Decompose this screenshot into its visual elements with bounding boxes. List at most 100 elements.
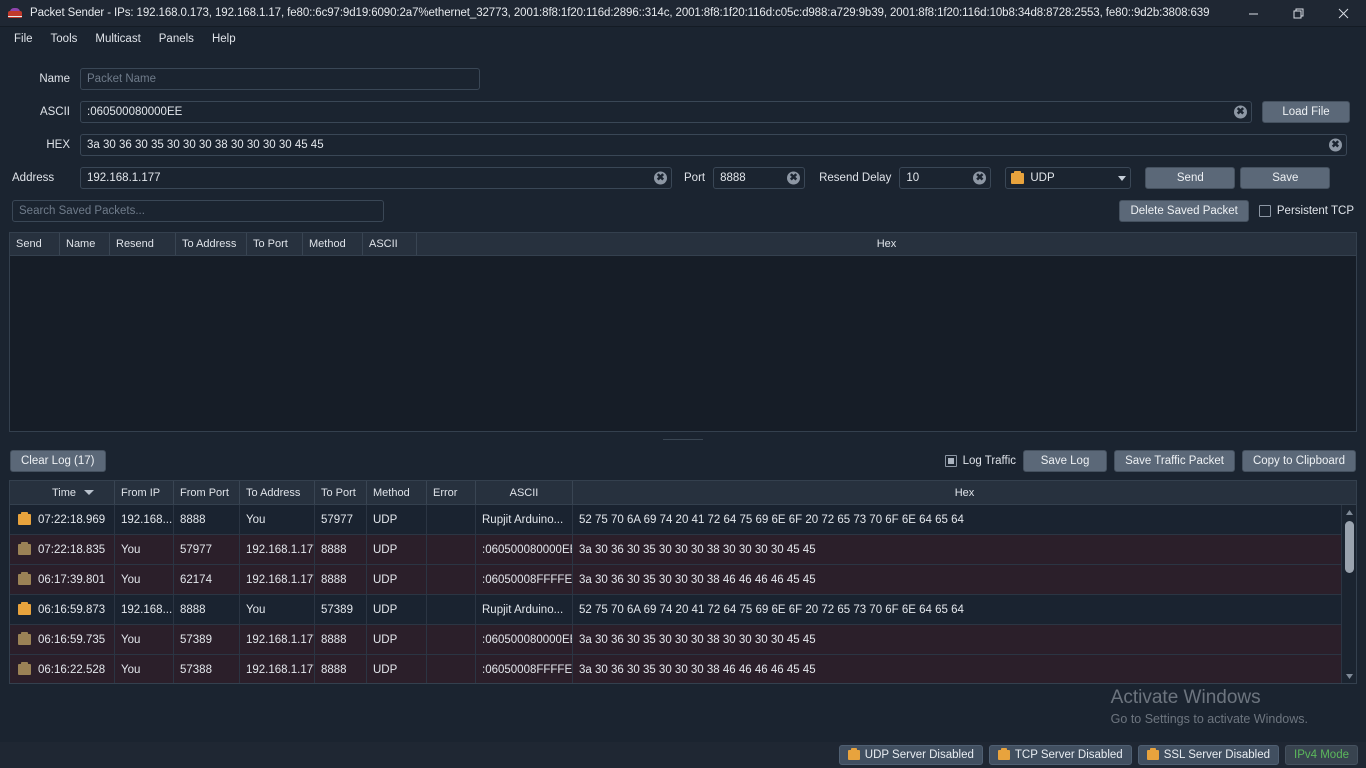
cell-time: 06:16:59.735 xyxy=(32,625,115,655)
ip-mode-button[interactable]: IPv4 Mode xyxy=(1285,745,1358,765)
cell-from-port: 57388 xyxy=(174,655,240,685)
log-traffic-checkbox[interactable]: Log Traffic xyxy=(945,455,1017,467)
cell-from-port: 8888 xyxy=(174,595,240,625)
menu-multicast[interactable]: Multicast xyxy=(87,29,148,49)
main-content: Name ASCII ✖ Load File HEX ✖ Address xyxy=(0,50,1366,768)
log-col-error[interactable]: Error xyxy=(427,481,476,504)
incoming-packet-icon xyxy=(18,514,31,525)
table-row[interactable]: 06:16:22.528You57388192.168.1.1778888UDP… xyxy=(10,655,1356,684)
row-direction-cell xyxy=(10,595,32,625)
name-label: Name xyxy=(12,73,70,85)
scroll-down-icon[interactable] xyxy=(1342,669,1356,683)
search-saved-packets-input[interactable] xyxy=(12,200,384,222)
saved-col-send[interactable]: Send xyxy=(10,233,60,255)
cell-to-address: 192.168.1.177 xyxy=(240,625,315,655)
save-button[interactable]: Save xyxy=(1240,167,1330,189)
log-col-ascii[interactable]: ASCII xyxy=(476,481,573,504)
clear-hex-icon[interactable]: ✖ xyxy=(1329,139,1342,152)
cell-from-port: 8888 xyxy=(174,505,240,535)
hex-input[interactable] xyxy=(80,134,1347,156)
name-row: Name xyxy=(12,68,1354,90)
saved-col-ascii[interactable]: ASCII xyxy=(363,233,417,255)
tcp-server-label: TCP Server Disabled xyxy=(1015,749,1123,761)
tcp-server-status-button[interactable]: TCP Server Disabled xyxy=(989,745,1132,765)
saved-col-resend[interactable]: Resend xyxy=(110,233,176,255)
saved-col-method[interactable]: Method xyxy=(303,233,363,255)
scrollbar-thumb[interactable] xyxy=(1345,521,1354,573)
log-col-from-ip[interactable]: From IP xyxy=(115,481,174,504)
cell-ascii: :060500080000EE xyxy=(476,535,573,565)
checkbox-icon[interactable] xyxy=(1259,205,1271,217)
cell-to-address: 192.168.1.177 xyxy=(240,655,315,685)
name-input[interactable] xyxy=(80,68,480,90)
status-bar: UDP Server Disabled TCP Server Disabled … xyxy=(0,742,1366,768)
load-file-button[interactable]: Load File xyxy=(1262,101,1350,123)
cell-error xyxy=(427,655,476,685)
copy-to-clipboard-button[interactable]: Copy to Clipboard xyxy=(1242,450,1356,472)
cell-time: 06:16:22.528 xyxy=(32,655,115,685)
cell-error xyxy=(427,565,476,595)
menu-help[interactable]: Help xyxy=(204,29,244,49)
log-col-to-port[interactable]: To Port xyxy=(315,481,367,504)
menu-file[interactable]: File xyxy=(6,29,41,49)
saved-col-to-address[interactable]: To Address xyxy=(176,233,247,255)
title-bar: Packet Sender - IPs: 192.168.0.173, 192.… xyxy=(0,0,1366,27)
menu-tools[interactable]: Tools xyxy=(43,29,86,49)
panel-splitter[interactable] xyxy=(9,436,1357,442)
address-label: Address xyxy=(12,172,74,184)
port-input-wrap: ✖ xyxy=(713,167,805,189)
log-col-to-address[interactable]: To Address xyxy=(240,481,315,504)
table-row[interactable]: 06:16:59.873192.168....8888You57389UDPRu… xyxy=(10,595,1356,625)
maximize-icon[interactable] xyxy=(1276,0,1321,27)
clear-resend-icon[interactable]: ✖ xyxy=(973,172,986,185)
table-row[interactable]: 06:17:39.801You62174192.168.1.1778888UDP… xyxy=(10,565,1356,595)
save-traffic-packet-button[interactable]: Save Traffic Packet xyxy=(1114,450,1235,472)
table-row[interactable]: 07:22:18.835You57977192.168.1.1778888UDP… xyxy=(10,535,1356,565)
address-input[interactable] xyxy=(80,167,672,189)
scrollbar-track[interactable] xyxy=(1342,519,1356,669)
delete-saved-packet-button[interactable]: Delete Saved Packet xyxy=(1119,200,1248,222)
persistent-tcp-checkbox[interactable]: Persistent TCP xyxy=(1259,205,1354,217)
log-col-method[interactable]: Method xyxy=(367,481,427,504)
save-log-button[interactable]: Save Log xyxy=(1023,450,1107,472)
send-button[interactable]: Send xyxy=(1145,167,1235,189)
ascii-input[interactable] xyxy=(80,101,1252,123)
clear-ascii-icon[interactable]: ✖ xyxy=(1234,106,1247,119)
cell-hex: 3a 30 36 30 35 30 30 30 38 46 46 46 46 4… xyxy=(573,565,1356,595)
log-col-from-port[interactable]: From Port xyxy=(174,481,240,504)
cell-ascii: :060500080000EE xyxy=(476,625,573,655)
cell-error xyxy=(427,595,476,625)
chevron-down-icon[interactable] xyxy=(1114,168,1130,188)
checkbox-icon[interactable] xyxy=(945,455,957,467)
minimize-icon[interactable] xyxy=(1231,0,1276,27)
saved-col-hex[interactable]: Hex xyxy=(417,233,1356,255)
udp-server-status-button[interactable]: UDP Server Disabled xyxy=(839,745,983,765)
traffic-log-table[interactable]: Time From IP From Port To Address To Por… xyxy=(9,480,1357,684)
cell-to-address: 192.168.1.177 xyxy=(240,535,315,565)
protocol-select[interactable]: UDP xyxy=(1005,167,1131,189)
log-col-time[interactable]: Time xyxy=(32,481,115,504)
menu-panels[interactable]: Panels xyxy=(151,29,202,49)
clear-log-button[interactable]: Clear Log (17) xyxy=(10,450,106,472)
clear-port-icon[interactable]: ✖ xyxy=(787,172,800,185)
hex-input-wrap: ✖ xyxy=(80,134,1347,156)
log-col-time-label: Time xyxy=(52,487,76,499)
table-row[interactable]: 06:16:59.735You57389192.168.1.1778888UDP… xyxy=(10,625,1356,655)
log-col-icon xyxy=(10,481,32,504)
scroll-up-icon[interactable] xyxy=(1342,505,1356,519)
log-col-hex[interactable]: Hex xyxy=(573,481,1356,504)
close-icon[interactable] xyxy=(1321,0,1366,27)
udp-server-label: UDP Server Disabled xyxy=(865,749,974,761)
packet-sender-icon xyxy=(7,5,23,21)
ascii-label: ASCII xyxy=(12,106,70,118)
saved-packets-table[interactable]: Send Name Resend To Address To Port Meth… xyxy=(9,232,1357,432)
log-vertical-scrollbar[interactable] xyxy=(1341,505,1356,683)
clear-address-icon[interactable]: ✖ xyxy=(654,172,667,185)
ssl-server-status-button[interactable]: SSL Server Disabled xyxy=(1138,745,1279,765)
table-row[interactable]: 07:22:18.969192.168....8888You57977UDPRu… xyxy=(10,505,1356,535)
hex-row: HEX ✖ xyxy=(12,134,1354,156)
watermark-title: Activate Windows xyxy=(1111,686,1308,710)
saved-col-name[interactable]: Name xyxy=(60,233,110,255)
resend-input-wrap: ✖ xyxy=(899,167,991,189)
saved-col-to-port[interactable]: To Port xyxy=(247,233,303,255)
